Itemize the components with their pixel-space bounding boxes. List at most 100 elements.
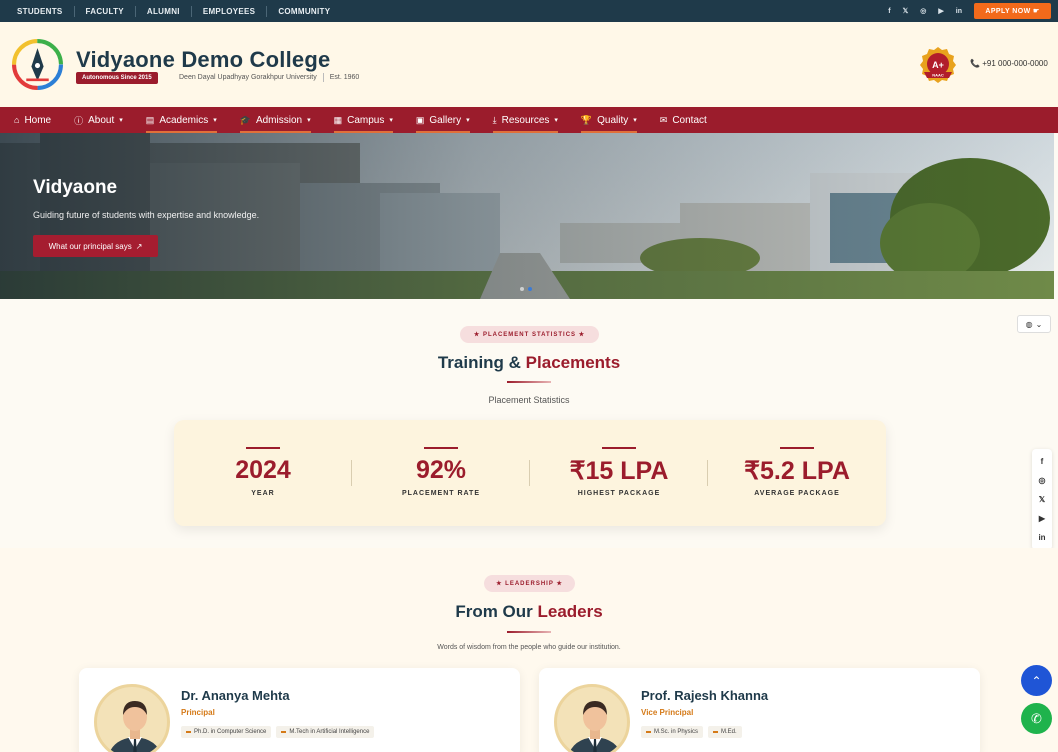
- scroll-to-top-button[interactable]: ⌃: [1021, 665, 1052, 696]
- nav-label: Campus: [347, 114, 385, 126]
- external-link-icon: ↗: [135, 241, 143, 251]
- slider-dots: [520, 287, 532, 291]
- top-social-icons: f 𝕏 ◎ ▶ in: [888, 0, 962, 22]
- naac-label: NAAC: [932, 73, 944, 78]
- title-highlight: Leaders: [537, 602, 603, 621]
- nav-label: Admission: [255, 114, 303, 126]
- graduation-cap-icon: 🎓: [239, 114, 251, 125]
- slider-dot[interactable]: [520, 287, 524, 291]
- instagram-icon[interactable]: ◎: [920, 7, 926, 15]
- placement-subtitle: Placement Statistics: [488, 395, 570, 405]
- instagram-icon[interactable]: ◎: [1039, 476, 1046, 485]
- college-logo[interactable]: [12, 39, 63, 90]
- stat-value: ₹5.2 LPA: [744, 457, 850, 485]
- leadership-pill: ★ LEADERSHIP ★: [484, 575, 575, 592]
- nav-quality[interactable]: 🏆 Quality ▾: [580, 107, 637, 133]
- hero-banner: Vidyaone Guiding future of students with…: [0, 133, 1054, 299]
- autonomous-badge: Autonomous Since 2015: [76, 72, 158, 84]
- brand-header: Vidyaone Demo College Autonomous Since 2…: [0, 22, 1058, 107]
- stat-placement-rate: 92% PLACEMENT RATE: [352, 420, 530, 526]
- nav-campus[interactable]: ▦ Campus ▾: [333, 107, 394, 133]
- tag-marker: [281, 731, 287, 733]
- whatsapp-icon: ✆: [1031, 710, 1042, 726]
- nav-admission[interactable]: 🎓 Admission ▾: [239, 107, 311, 133]
- nav-label: About: [88, 114, 115, 126]
- nav-label: Home: [24, 114, 52, 126]
- linkedin-icon[interactable]: in: [1038, 533, 1045, 542]
- chevron-down-icon: ▾: [213, 117, 217, 124]
- envelope-icon: ✉: [659, 114, 668, 125]
- nav-label: Quality: [597, 114, 629, 126]
- placement-stats-card: 2024 YEAR 92% PLACEMENT RATE ₹15 LPA HIG…: [174, 420, 886, 526]
- stat-accent: [602, 447, 636, 449]
- title-main: From Our: [455, 602, 538, 621]
- phone-number: +91 000-000-0000: [982, 59, 1048, 68]
- tag-label: Ph.D. in Computer Science: [194, 729, 267, 735]
- youtube-icon[interactable]: ▶: [938, 7, 943, 15]
- stat-label: YEAR: [251, 490, 275, 497]
- title-highlight: Placements: [525, 353, 621, 372]
- star-icon: ★: [578, 332, 586, 338]
- tag-marker: [646, 731, 651, 733]
- floating-social-bar: f ◎ 𝕏 ▶ in: [1032, 449, 1052, 550]
- info-icon: ⓘ: [74, 115, 84, 126]
- chevron-down-icon: ⌄: [1035, 319, 1043, 329]
- phone-contact[interactable]: 📞 +91 000-000-0000: [970, 59, 1048, 68]
- naac-grade: A+: [932, 60, 944, 70]
- stat-value: 2024: [235, 456, 291, 484]
- audience-links: STUDENTS FACULTY ALUMNI EMPLOYEES COMMUN…: [0, 5, 341, 17]
- person-icon: [569, 701, 621, 752]
- stat-value: ₹15 LPA: [569, 457, 669, 485]
- whatsapp-button[interactable]: ✆: [1021, 703, 1052, 734]
- link-students[interactable]: STUDENTS: [8, 6, 74, 17]
- stat-accent: [246, 447, 280, 449]
- phone-icon: 📞: [970, 59, 980, 68]
- x-twitter-icon[interactable]: 𝕏: [903, 7, 909, 15]
- qualification-tags: Ph.D. in Computer Science M.Tech in Arti…: [181, 726, 375, 738]
- nav-gallery[interactable]: ▣ Gallery ▾: [415, 107, 470, 133]
- home-icon: ⌂: [14, 115, 20, 125]
- leader-card[interactable]: Dr. Ananya Mehta Principal Ph.D. in Comp…: [79, 668, 520, 752]
- college-name[interactable]: Vidyaone Demo College: [76, 47, 330, 73]
- facebook-icon[interactable]: f: [1041, 457, 1044, 466]
- chevron-down-icon: ▾: [466, 117, 470, 124]
- apply-now-button[interactable]: APPLY NOW ☛: [974, 3, 1051, 19]
- nav-about[interactable]: ⓘ About ▾: [74, 107, 123, 133]
- leader-card[interactable]: Prof. Rajesh Khanna Vice Principal M.Sc.…: [539, 668, 980, 752]
- building-icon: ▦: [333, 114, 343, 125]
- nav-resources[interactable]: ⤓ Resources ▾: [492, 107, 559, 133]
- established-year: Est. 1960: [329, 74, 360, 81]
- link-community[interactable]: COMMUNITY: [266, 5, 341, 17]
- slider-dot-active[interactable]: [528, 287, 532, 291]
- avatar: [94, 684, 170, 752]
- nav-label: Gallery: [429, 114, 462, 126]
- principal-message-button[interactable]: What our principal says ↗: [33, 235, 158, 257]
- leader-name: Prof. Rajesh Khanna: [641, 688, 769, 703]
- nav-label: Contact: [672, 114, 707, 126]
- qualification-tag: M.Tech in Artificial Intelligence: [276, 726, 375, 738]
- stat-accent: [424, 447, 458, 449]
- title-main: Training &: [437, 353, 526, 372]
- nav-academics[interactable]: ▤ Academics ▾: [145, 107, 217, 133]
- chevron-down-icon: ▾: [307, 117, 311, 124]
- linkedin-icon[interactable]: in: [956, 8, 962, 15]
- trophy-icon: 🏆: [580, 114, 593, 125]
- images-icon: ▣: [415, 114, 425, 125]
- person-icon: [109, 701, 161, 752]
- university-name: Deen Dayal Upadhyay Gorakhpur University: [179, 74, 317, 81]
- x-twitter-icon[interactable]: 𝕏: [1039, 495, 1045, 504]
- nav-home[interactable]: ⌂ Home: [14, 107, 51, 133]
- stat-highest-package: ₹15 LPA HIGHEST PACKAGE: [530, 420, 708, 526]
- link-alumni[interactable]: ALUMNI: [134, 5, 191, 17]
- nav-contact[interactable]: ✉ Contact: [660, 107, 707, 133]
- leadership-title: From Our Leaders: [0, 602, 1058, 622]
- link-faculty[interactable]: FACULTY: [73, 5, 135, 17]
- link-employees[interactable]: EMPLOYEES: [190, 5, 267, 17]
- placement-title: Training & Placements: [0, 353, 1058, 373]
- facebook-icon[interactable]: f: [888, 8, 890, 15]
- title-underline: [507, 631, 551, 633]
- language-selector[interactable]: ◍ ⌄: [1017, 315, 1051, 333]
- chevron-down-icon: ▾: [389, 117, 393, 124]
- qualification-tag: M.Ed.: [708, 726, 742, 738]
- youtube-icon[interactable]: ▶: [1039, 514, 1045, 523]
